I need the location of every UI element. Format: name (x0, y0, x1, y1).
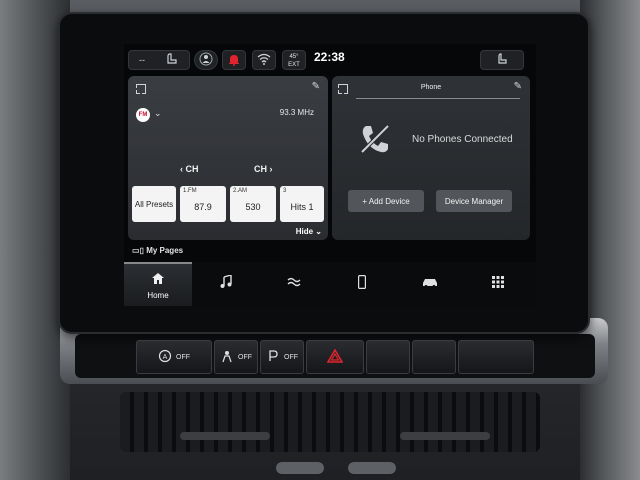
vehicle-icon (422, 275, 438, 293)
my-pages-text: My Pages (146, 246, 184, 255)
expand-icon[interactable] (136, 84, 146, 94)
ch-next-label: CH (254, 164, 267, 174)
off-label: OFF (176, 353, 190, 361)
notifications-button[interactable] (222, 50, 246, 70)
vent-slider[interactable] (180, 432, 270, 440)
preset-value: 530 (245, 202, 261, 212)
vent-knob[interactable] (348, 462, 396, 474)
preset-slot: 2.AM (233, 188, 248, 194)
device-manager-button[interactable]: Device Manager (436, 190, 512, 212)
off-label: OFF (284, 353, 298, 361)
wifi-icon (257, 53, 271, 67)
preset-button[interactable]: 1.FM 87.9 (180, 186, 226, 222)
preset-value: Hits 1 (290, 202, 314, 212)
fm-badge: FM (136, 108, 150, 122)
phone-icon (358, 274, 367, 294)
park-assist-icon (266, 349, 280, 365)
music-icon (220, 274, 232, 293)
climate-icon (286, 275, 302, 293)
driver-profile-button[interactable] (194, 50, 218, 70)
phone-widget[interactable]: Phone ✎ No Phones Connected + Add Device… (332, 76, 530, 240)
nav-vehicle[interactable] (396, 262, 464, 306)
infotainment-screen: -- 45° EXT 22:38 ✎ FM ⌄ 93.3 MHz ‹ CH CH… (124, 44, 536, 306)
preset-slot: 1.FM (183, 188, 197, 194)
seat-icon (496, 53, 508, 67)
radio-widget[interactable]: ✎ FM ⌄ 93.3 MHz ‹ CH CH › All Presets 1.… (128, 76, 328, 240)
channel-prev-button[interactable]: ‹ CH (180, 164, 199, 174)
lane-assist-button[interactable]: OFF (214, 340, 258, 374)
seat-settings-button[interactable] (480, 50, 524, 70)
hardware-button-blank[interactable] (458, 340, 534, 374)
vent-slider[interactable] (400, 432, 490, 440)
pages-icon: ▭▯ (132, 246, 147, 255)
hide-label: Hide (295, 227, 314, 236)
hazard-icon (326, 348, 344, 365)
off-label: OFF (238, 353, 252, 361)
chevron-right-icon: › (267, 164, 273, 174)
my-pages-label[interactable]: ▭▯ My Pages (132, 246, 183, 255)
outside-temperature: 45° EXT (282, 50, 306, 70)
edit-icon[interactable]: ✎ (312, 81, 320, 92)
vent-knob[interactable] (276, 462, 324, 474)
phone-title: Phone (420, 84, 442, 91)
nav-apps[interactable] (464, 262, 532, 306)
hardware-button-blank[interactable] (412, 340, 456, 374)
temp-value: 45° (289, 54, 299, 60)
hide-button[interactable]: Hide ⌄ (296, 227, 322, 236)
preset-button[interactable]: 2.AM 530 (230, 186, 276, 222)
driver-profile-icon (199, 52, 213, 68)
ch-prev-label: CH (185, 164, 199, 174)
auto-hold-icon: A (158, 349, 172, 365)
dash-label: -- (139, 55, 145, 65)
nav-home[interactable]: Home (124, 262, 192, 306)
frequency: 93.3 MHz (279, 108, 314, 117)
home-label: Home (147, 290, 169, 300)
chevron-down-icon[interactable]: ⌄ (154, 108, 162, 119)
preset-value: 87.9 (194, 202, 212, 212)
lane-assist-icon (220, 349, 234, 365)
clock: 22:38 (314, 50, 345, 64)
auto-hold-button[interactable]: A OFF (136, 340, 212, 374)
svg-text:A: A (163, 354, 168, 361)
nav-phone[interactable] (328, 262, 396, 306)
nav-climate[interactable] (260, 262, 328, 306)
chevron-down-icon: ⌄ (315, 227, 322, 236)
no-phones-text: No Phones Connected (412, 134, 513, 145)
hazard-button[interactable] (306, 340, 364, 374)
divider (356, 98, 520, 99)
hardware-button-blank[interactable] (366, 340, 410, 374)
preset-slot: 3 (283, 188, 287, 194)
home-icon (152, 271, 164, 289)
edit-icon[interactable]: ✎ (514, 81, 522, 92)
all-presets-button[interactable]: All Presets (132, 186, 176, 222)
preset-button[interactable]: 3 Hits 1 (280, 186, 324, 222)
air-vent (120, 392, 540, 452)
bell-icon (228, 53, 240, 68)
temp-label: EXT (288, 62, 300, 68)
park-assist-button[interactable]: OFF (260, 340, 304, 374)
seat-heat-button[interactable]: -- (128, 50, 190, 70)
wifi-button[interactable] (252, 50, 276, 70)
seat-heat-icon (165, 53, 179, 67)
add-device-button[interactable]: + Add Device (348, 190, 424, 212)
phone-disconnected-icon (358, 122, 392, 161)
bottom-nav: Home (124, 262, 536, 306)
nav-media[interactable] (192, 262, 260, 306)
channel-next-button[interactable]: CH › (254, 164, 273, 174)
apps-icon (492, 275, 504, 293)
